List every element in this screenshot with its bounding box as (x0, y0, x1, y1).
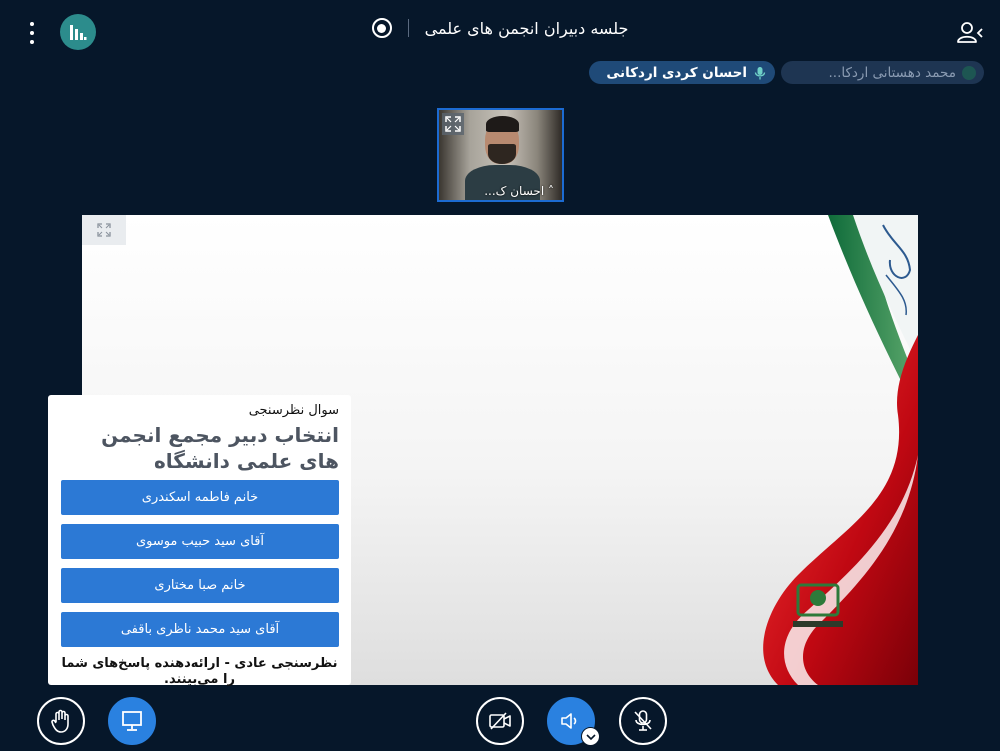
poll-option-4[interactable]: آقای سید محمد ناظری باقفی (61, 612, 339, 647)
mic-off-icon (634, 710, 652, 731)
webcam-fullscreen-button[interactable] (442, 113, 464, 135)
talker-name: محمد دهستانی اردکا... (828, 64, 957, 81)
talker-avatar-dot (962, 65, 976, 80)
poll-question: انتخاب دبیر مجمع انجمن های علمی دانشگاه (101, 423, 339, 473)
poll-heading: سوال نظرسنجی (248, 403, 339, 418)
hand-icon (51, 709, 69, 733)
presentation-toggle-button[interactable] (108, 697, 156, 745)
toggle-user-list-button[interactable] (956, 20, 984, 46)
meeting-title: جلسه دبیران انجمن های علمی (424, 18, 629, 38)
poll-note: نظرسنجی عادی - ارائه‌دهنده پاسخ‌های شما … (61, 656, 338, 687)
user-list-icon (957, 22, 983, 43)
webcam-person-beard (488, 144, 516, 164)
talker-name: احسان کردی اردکانی (606, 64, 747, 81)
presentation-fullscreen-button[interactable] (82, 215, 126, 245)
webcam-person-hair (486, 116, 519, 132)
talker-indicator-active[interactable]: احسان کردی اردکانی (589, 61, 775, 84)
title-divider (407, 19, 409, 37)
mute-microphone-button[interactable] (619, 697, 667, 745)
webcam-user-name: ˄ احسان ک... (484, 184, 554, 198)
microphone-icon (754, 66, 766, 79)
chevron-up-icon: ˄ (544, 184, 554, 198)
presentation-icon (122, 711, 142, 731)
speaker-icon (561, 713, 577, 729)
poll-option-1[interactable]: خانم فاطمه اسکندری (61, 480, 339, 515)
poll-option-2[interactable]: آقای سید حبیب موسوی (61, 524, 339, 559)
expand-icon (97, 223, 111, 237)
webcam-tile[interactable]: ˄ احسان ک... (437, 108, 564, 202)
raise-hand-button[interactable] (37, 697, 85, 745)
poll-option-3[interactable]: خانم صبا مختاری (61, 568, 339, 603)
chevron-down-icon (585, 733, 596, 740)
record-icon[interactable] (371, 18, 392, 38)
slide-decoration (763, 215, 918, 685)
expand-icon (445, 116, 461, 132)
video-off-icon (489, 712, 511, 730)
talker-indicator[interactable]: محمد دهستانی اردکا... (781, 61, 984, 84)
audio-options-button[interactable] (581, 727, 600, 746)
meeting-header: جلسه دبیران انجمن های علمی (0, 18, 1000, 38)
share-webcam-button[interactable] (476, 697, 524, 745)
poll-panel: سوال نظرسنجی انتخاب دبیر مجمع انجمن های … (48, 395, 351, 687)
